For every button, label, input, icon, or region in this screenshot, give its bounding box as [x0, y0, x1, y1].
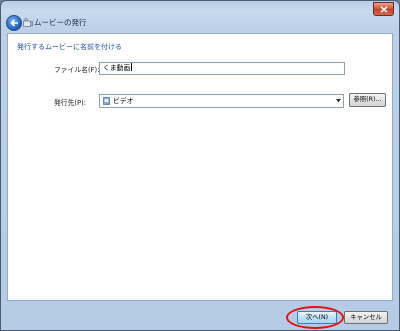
back-button[interactable] — [6, 15, 22, 31]
filename-input[interactable]: くま動画 — [99, 62, 345, 75]
filename-label: ファイル名(F): — [54, 66, 100, 74]
footer-bar: 次へ(N) キャンセル — [7, 301, 393, 329]
close-icon — [379, 5, 388, 13]
destination-dropdown[interactable]: ビデオ — [99, 94, 344, 108]
browse-button[interactable]: 参照(R)... — [349, 93, 386, 107]
destination-label: 発行先(P): — [54, 99, 87, 107]
content-panel: 発行するムービーに名前を付ける ファイル名(F): くま動画 発行先(P): ビ… — [7, 33, 393, 301]
chevron-down-icon[interactable] — [336, 99, 341, 103]
window-title: ムービーの発行 — [34, 18, 87, 27]
publish-movie-window: ムービーの発行 発行するムービーに名前を付ける ファイル名(F): くま動画 発… — [0, 0, 400, 331]
destination-value: ビデオ — [113, 97, 134, 105]
cancel-button[interactable]: キャンセル — [344, 311, 388, 324]
title-bar: ムービーの発行 — [1, 1, 399, 33]
filename-value: くま動画 — [103, 64, 131, 72]
movie-app-icon — [23, 18, 33, 27]
back-arrow-icon — [9, 19, 18, 27]
close-button[interactable] — [373, 2, 394, 16]
video-folder-icon — [103, 97, 110, 105]
next-button[interactable]: 次へ(N) — [297, 311, 337, 324]
page-heading: 発行するムービーに名前を付ける — [17, 43, 122, 51]
text-caret — [131, 63, 133, 71]
